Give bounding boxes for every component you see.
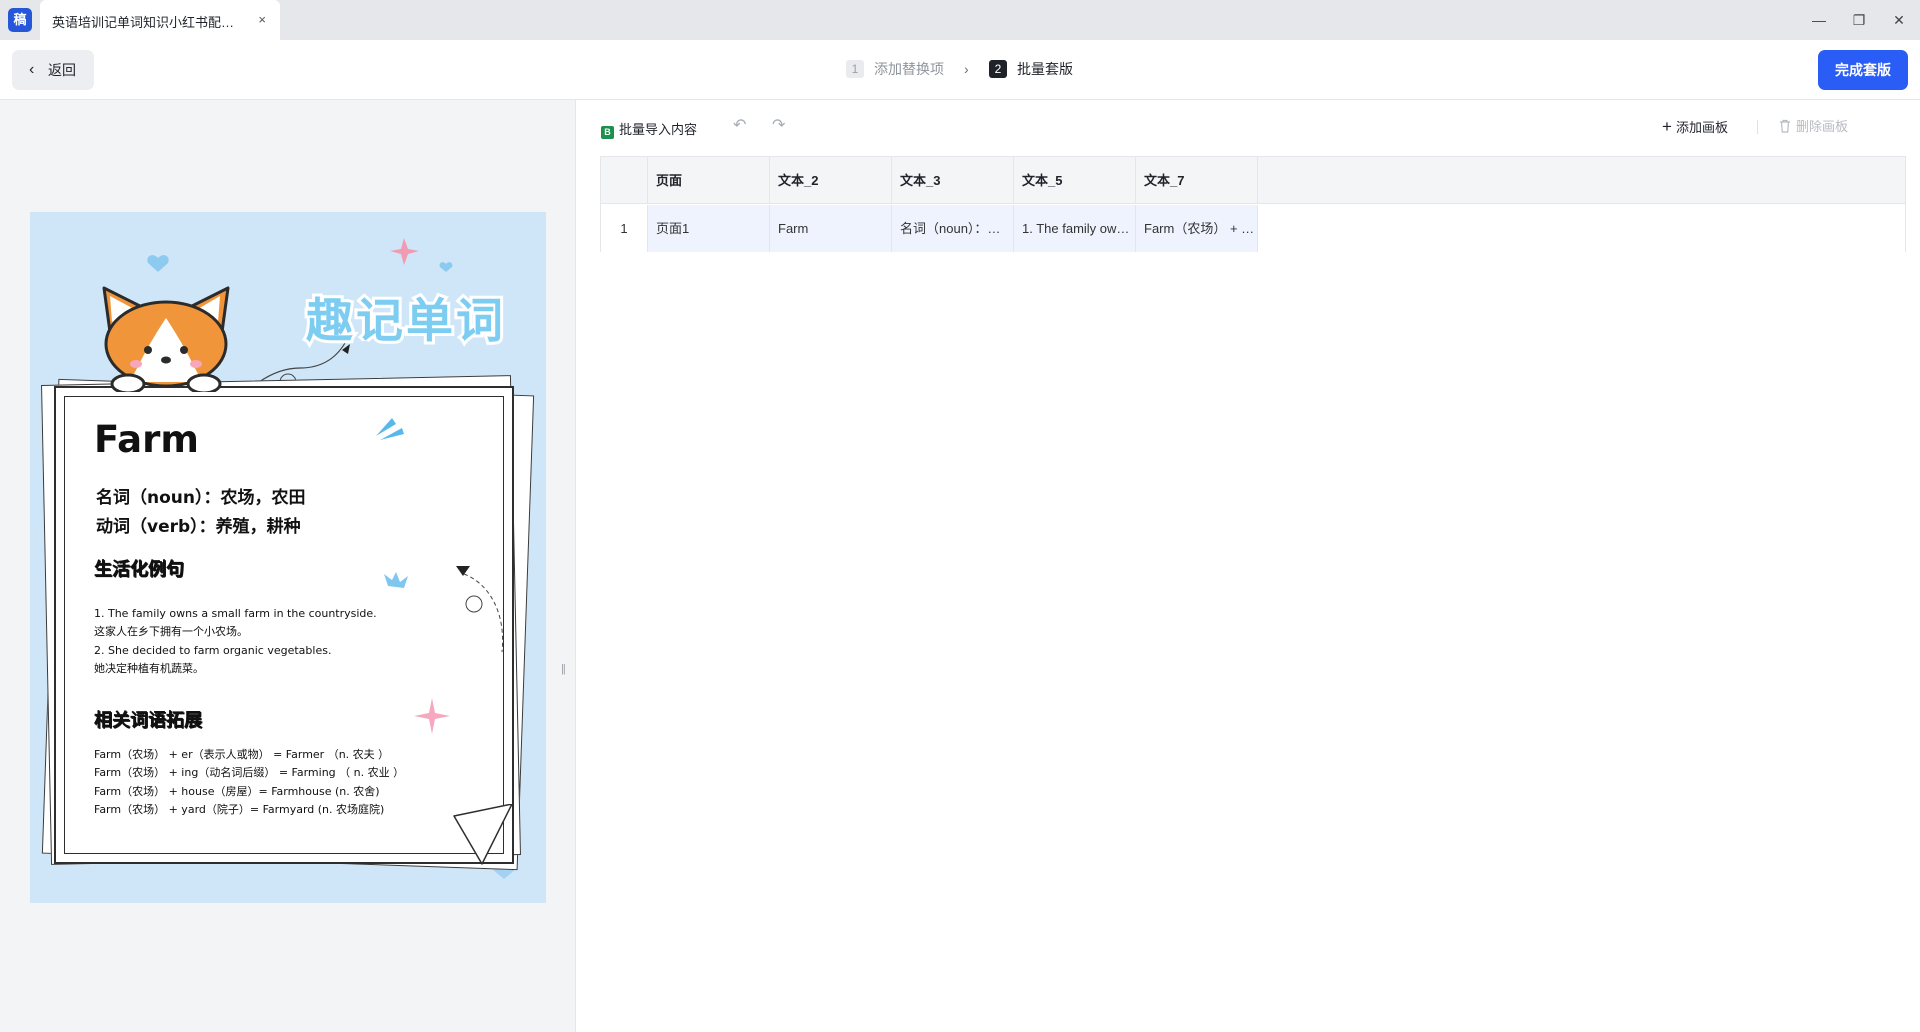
sparkle-icon bbox=[390, 238, 419, 265]
batch-data-table: 页面 文本_2 文本_3 文本_5 文本_7 1 页面1 Farm 名词（nou… bbox=[600, 156, 1906, 252]
poster-examples-heading: 生活化例句 bbox=[93, 558, 186, 582]
spreadsheet-icon: B bbox=[601, 126, 614, 139]
panel-resize-handle[interactable]: || bbox=[561, 663, 566, 675]
step-label: 批量套版 bbox=[1017, 61, 1073, 77]
poster-example-line: 她决定种植有机蔬菜。 bbox=[94, 662, 204, 675]
minimize-icon[interactable]: — bbox=[1809, 10, 1829, 30]
blue-accent-icon bbox=[376, 418, 404, 440]
poster-example-line: 1. The family owns a small farm in the c… bbox=[94, 607, 377, 620]
plus-icon: + bbox=[1662, 117, 1672, 136]
page-curl-decoration bbox=[453, 804, 513, 865]
table-header-text-5: 文本_5 bbox=[1014, 157, 1136, 204]
step-number: 2 bbox=[989, 60, 1007, 78]
restore-icon[interactable]: ❐ bbox=[1849, 10, 1869, 30]
table-header-text-7: 文本_7 bbox=[1136, 157, 1258, 204]
table-cell-text-7[interactable]: Farm（农场） + er（表示人或物） = Farmer bbox=[1136, 205, 1258, 252]
corgi-mascot-illustration bbox=[102, 286, 230, 392]
heart-icon bbox=[439, 262, 453, 272]
table-header-row: 页面 文本_2 文本_3 文本_5 文本_7 bbox=[601, 157, 1905, 204]
table-cell-text-5[interactable]: 1. The family owns a small farm in the c… bbox=[1014, 205, 1136, 252]
table-cell-text-2[interactable]: Farm bbox=[770, 205, 892, 252]
poster-example-line: 2. She decided to farm organic vegetable… bbox=[94, 644, 332, 657]
back-button-label: 返回 bbox=[48, 62, 76, 78]
table-cell-page[interactable]: 页面1 bbox=[648, 205, 770, 252]
toolbar-divider bbox=[1757, 120, 1758, 134]
table-cell-text-3[interactable]: 名词（noun）：农场，农田 bbox=[892, 205, 1014, 252]
chevron-left-icon: ‹ bbox=[29, 61, 35, 78]
step-label: 添加替换项 bbox=[874, 61, 944, 77]
back-button[interactable]: ‹ 返回 bbox=[12, 50, 94, 90]
table-header-index bbox=[601, 157, 648, 204]
document-tab-title: 英语培训记单词知识小红书配图_... bbox=[52, 15, 242, 30]
poster-noun-definition: 名词（noun）：农场，农田 bbox=[96, 488, 306, 508]
pink-sparkle-icon bbox=[414, 698, 450, 734]
redo-icon[interactable]: ↷ bbox=[772, 117, 785, 135]
batch-import-label: 批量导入内容 bbox=[619, 122, 698, 137]
window-close-icon[interactable]: ✕ bbox=[1889, 10, 1909, 30]
poster-word: Farm bbox=[94, 418, 199, 461]
chevron-right-icon: › bbox=[964, 61, 969, 77]
poster-title: 趣记单词 bbox=[303, 291, 506, 352]
poster-expansion-line: Farm（农场） + er（表示人或物） = Farmer （n. 农夫 ） bbox=[94, 748, 390, 761]
undo-icon[interactable]: ↶ bbox=[733, 117, 746, 135]
tab-close-icon[interactable]: × bbox=[258, 11, 266, 29]
poster-preview: 趣记单词 Farm 名词（noun）：农场，农田 动词（verb）：养殖，耕种 … bbox=[30, 212, 546, 903]
blue-heart-icon bbox=[384, 572, 408, 588]
poster-expansion-line: Farm（农场） + yard（院子）= Farmyard (n. 农场庭院) bbox=[94, 803, 385, 816]
table-row: 1 页面1 Farm 名词（noun）：农场，农田 1. The family … bbox=[601, 205, 1905, 252]
delete-board-label: 删除画板 bbox=[1796, 119, 1849, 134]
poster-verb-definition: 动词（verb）：养殖，耕种 bbox=[96, 517, 301, 537]
table-header-text-3: 文本_3 bbox=[892, 157, 1014, 204]
heart-icon bbox=[147, 255, 169, 272]
poster-expansion-line: Farm（农场） + ing（动名词后缀） = Farming （ n. 农业 … bbox=[94, 766, 405, 779]
delete-board-button[interactable]: 删除画板 bbox=[1779, 118, 1848, 136]
document-tab[interactable]: 英语培训记单词知识小红书配图_... × bbox=[40, 0, 280, 40]
step-number: 1 bbox=[846, 60, 864, 78]
finish-template-button[interactable]: 完成套版 bbox=[1818, 50, 1908, 90]
dotted-arrow-icon bbox=[456, 566, 504, 653]
table-header-page: 页面 bbox=[648, 157, 770, 204]
table-cell-index: 1 bbox=[601, 205, 648, 252]
app-logo-icon: 稿 bbox=[8, 8, 32, 32]
poster-expansion-heading: 相关词语拓展 bbox=[93, 709, 204, 733]
add-board-label: 添加画板 bbox=[1675, 120, 1728, 135]
window-titlebar: 稿 英语培训记单词知识小红书配图_... × — ❐ ✕ bbox=[0, 0, 1920, 40]
editor-topbar: ‹ 返回 1 添加替换项 › 2 批量套版 完成套版 bbox=[0, 40, 1920, 100]
batch-toolbar: B 批量导入内容 ↶ ↷ + 添加画板 删除画板 bbox=[577, 100, 1920, 156]
batch-import-button[interactable]: B 批量导入内容 bbox=[601, 119, 698, 139]
poster-expansion-line: Farm（农场） + house（房屋）= Farmhouse (n. 农舍) bbox=[94, 785, 380, 798]
table-header-text-2: 文本_2 bbox=[770, 157, 892, 204]
add-board-button[interactable]: + 添加画板 bbox=[1662, 118, 1728, 137]
poster-example-line: 这家人在乡下拥有一个小农场。 bbox=[94, 625, 248, 638]
trash-icon bbox=[1780, 119, 1790, 133]
